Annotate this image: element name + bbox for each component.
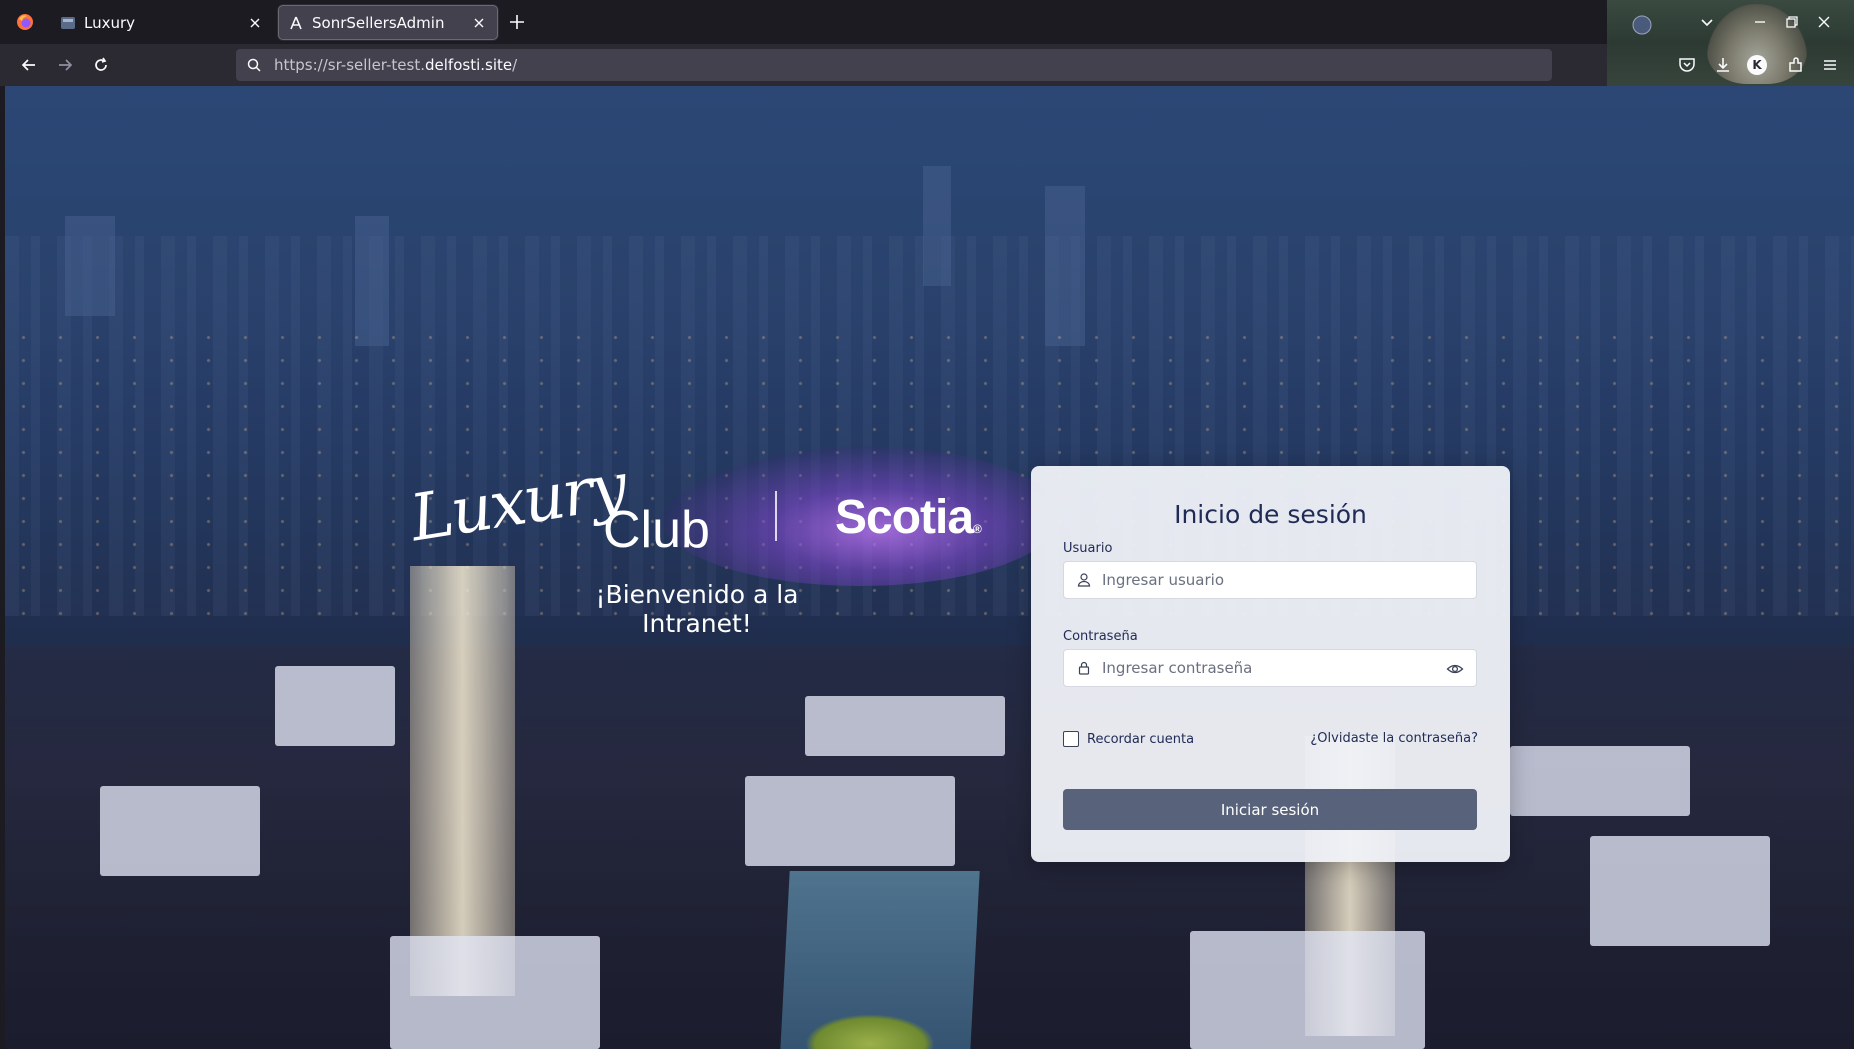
password-input[interactable] bbox=[1102, 650, 1432, 686]
user-icon bbox=[1077, 573, 1091, 587]
list-all-tabs-icon[interactable] bbox=[1699, 14, 1715, 30]
username-field[interactable] bbox=[1063, 561, 1477, 599]
background-table bbox=[1510, 746, 1690, 816]
username-label: Usuario bbox=[1063, 541, 1113, 556]
remember-account[interactable]: Recordar cuenta bbox=[1063, 731, 1194, 747]
tab-sonrsellersadmin[interactable]: SonrSellersAdmin bbox=[278, 5, 498, 40]
pocket-icon[interactable] bbox=[1677, 55, 1697, 75]
minimize-window-icon[interactable] bbox=[1752, 14, 1768, 30]
username-input[interactable] bbox=[1102, 562, 1432, 598]
tab-title: Luxury bbox=[84, 13, 136, 32]
show-password-eye-icon[interactable] bbox=[1446, 660, 1464, 678]
club-logo-text: Club bbox=[603, 501, 710, 559]
reload-icon[interactable] bbox=[91, 55, 111, 75]
background-table bbox=[100, 786, 260, 876]
firefox-logo-icon[interactable] bbox=[16, 13, 34, 31]
password-field[interactable] bbox=[1063, 649, 1477, 687]
search-icon bbox=[247, 58, 261, 72]
background-table bbox=[1190, 931, 1425, 1049]
background-building bbox=[65, 216, 115, 316]
background-table bbox=[1590, 836, 1770, 946]
scotia-registered-mark: ® bbox=[973, 522, 982, 536]
login-submit-button[interactable]: Iniciar sesión bbox=[1063, 789, 1477, 830]
close-tab-icon[interactable] bbox=[471, 15, 487, 31]
welcome-message: ¡Bienvenido a la Intranet! bbox=[595, 580, 799, 638]
extensions-icon[interactable] bbox=[1786, 55, 1806, 75]
background-table bbox=[275, 666, 395, 746]
close-tab-icon[interactable] bbox=[247, 15, 263, 31]
profile-avatar[interactable]: K bbox=[1747, 55, 1767, 75]
background-table bbox=[805, 696, 1005, 756]
forward-arrow-icon[interactable] bbox=[55, 55, 75, 75]
background-pillar bbox=[410, 566, 515, 996]
url-host: delfosti.site bbox=[425, 56, 513, 74]
scotia-logo: Scotia® bbox=[835, 490, 982, 545]
menu-icon[interactable] bbox=[1820, 55, 1840, 75]
remember-account-label: Recordar cuenta bbox=[1087, 731, 1195, 747]
brand-divider bbox=[775, 491, 777, 541]
background-table bbox=[745, 776, 955, 866]
login-page: Luxury Club Scotia® ¡Bienvenido a la Int… bbox=[5, 86, 1854, 1049]
background-table bbox=[390, 936, 600, 1049]
browser-tab-bar: Luxury SonrSellersAdmin bbox=[0, 0, 1854, 44]
angular-favicon-icon bbox=[290, 16, 302, 29]
theme-emblem-icon bbox=[1632, 15, 1652, 35]
background-building bbox=[923, 166, 951, 286]
address-bar[interactable]: https://sr-seller-test.delfosti.site/ bbox=[236, 49, 1552, 81]
login-card: Inicio de sesión Usuario Contraseña Reco… bbox=[1031, 466, 1510, 862]
background-building bbox=[1045, 186, 1085, 346]
scotia-logo-text: Scotia bbox=[835, 491, 974, 544]
url-prefix: https://sr-seller-test. bbox=[274, 56, 426, 74]
password-label: Contraseña bbox=[1063, 629, 1138, 644]
forgot-password-link[interactable]: ¿Olvidaste la contraseña? bbox=[1310, 731, 1478, 746]
remember-account-checkbox[interactable] bbox=[1063, 731, 1079, 747]
new-tab-icon[interactable] bbox=[508, 13, 526, 31]
tab-title: SonrSellersAdmin bbox=[312, 13, 445, 32]
url-text: https://sr-seller-test.delfosti.site/ bbox=[274, 56, 517, 74]
restore-window-icon[interactable] bbox=[1784, 14, 1800, 30]
downloads-icon[interactable] bbox=[1713, 55, 1733, 75]
back-arrow-icon[interactable] bbox=[19, 55, 39, 75]
tab-luxury[interactable]: Luxury bbox=[51, 5, 273, 40]
login-title: Inicio de sesión bbox=[1174, 500, 1367, 529]
luxury-favicon-icon bbox=[61, 16, 75, 29]
close-window-icon[interactable] bbox=[1816, 14, 1832, 30]
url-suffix: / bbox=[512, 56, 518, 74]
lock-icon bbox=[1078, 661, 1090, 675]
